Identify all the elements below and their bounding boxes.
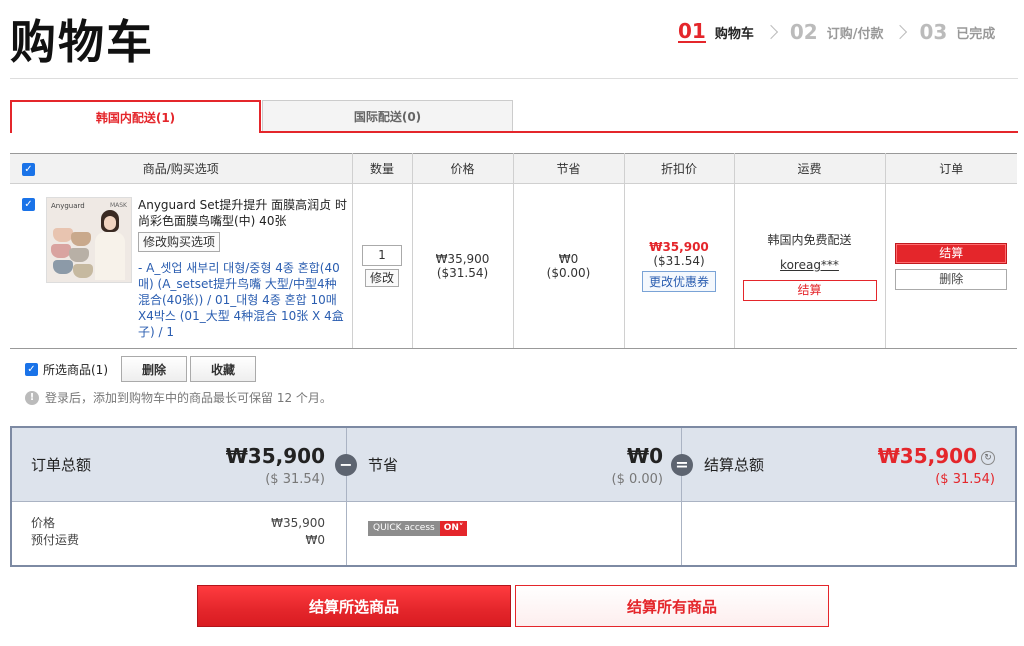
header-discount-price: 折扣价 [623,153,735,184]
prepaid-shipping-label: 预付运费 [31,533,80,547]
cart-table: ✓ 商品/购买选项 数量 价格 节省 折扣价 运费 订单 ✓ Anyguard … [10,153,1017,349]
header-savings: 节省 [512,153,625,184]
checkout-steps: 01 购物车 02 订购/付款 03 已完成 [678,20,995,44]
seller-link[interactable]: koreag*** [780,258,839,272]
quantity-input[interactable]: 1 [362,245,402,266]
minus-icon: − [335,454,357,476]
price-value: ₩35,900 [271,516,325,530]
order-summary: 订单总额 ₩35,900 ($ 31.54) − 节省 ₩0 ($ 0.00) … [10,426,1017,567]
quick-access-state: ON˅ [439,521,468,536]
discount-price-krw: ₩35,900 [649,240,709,254]
model-figure [93,210,127,280]
order-total-krw: ₩35,900 [225,444,325,468]
detail-values: ₩35,900 ₩0 [271,515,325,549]
discount-price-usd: ($31.54) [653,254,705,268]
notice-text: 登录后，添加到购物车中的商品最长可保留 12 个月。 [45,391,332,405]
selected-items-checkbox[interactable]: ✓ [25,362,38,376]
selected-items-label: 所选商品(1) [43,362,108,377]
shipping-text: 韩国内免费配送 [767,233,852,247]
checkout-selected-button[interactable]: 结算所选商品 [197,585,511,627]
savings-krw: ₩0 [558,252,579,266]
login-notice: ! 登录后，添加到购物车中的商品最长可保留 12 个月。 [25,389,332,406]
header-divider [10,78,1018,79]
page-title: 购物车 [10,15,154,69]
item-checkbox[interactable]: ✓ [22,198,35,211]
chevron-down-icon: ˅ [458,523,464,533]
checkout-total-label: 结算总额 [704,456,765,474]
checkout-total-usd: ($ 31.54) [935,472,995,487]
tab-international-shipping[interactable]: 国际配送(0) [262,100,513,132]
qty-cell: 1 修改 [351,183,413,349]
chevron-right-icon [763,24,778,40]
product-image[interactable]: Anyguard MASK [46,197,132,283]
header-qty: 数量 [351,153,413,184]
quantity-update-button[interactable]: 修改 [364,269,399,287]
chevron-right-icon [893,24,908,40]
checkout-all-button[interactable]: 结算所有商品 [515,585,829,627]
price-usd: ($31.54) [436,266,489,280]
quick-access-toggle[interactable]: QUICK access ON˅ [368,521,468,536]
header-product: ✓ 商品/购买选项 [10,153,353,184]
step-complete: 03 已完成 [919,20,995,44]
savings-label: 节省 [368,456,399,474]
change-coupon-button[interactable]: 更改优惠券 [641,271,716,292]
table-row: ✓ Anyguard MASK Anyguard Set提升提升 面膜高润贞 时… [10,183,1017,349]
checkout-total-amount: ₩35,900 ↻ [805,444,995,468]
equals-icon: = [671,454,693,476]
order-cell: 结算 删除 [884,183,1017,349]
change-option-button[interactable]: 修改购买选项 [138,232,221,252]
info-icon: ! [25,390,39,405]
step-number: 01 [678,19,706,43]
discount-price-cell: ₩35,900 ($31.54) 更改优惠券 [623,183,735,349]
step-number: 02 [789,20,818,44]
column-divider [346,428,347,565]
order-total-usd: ($ 31.54) [265,472,325,487]
header-price: 价格 [411,153,514,184]
tab-domestic-shipping[interactable]: 韩国内配送(1) [10,100,261,133]
checkout-total-krw: ₩35,900 [877,444,977,468]
price-cell: ₩35,900 ($31.54) [411,183,514,349]
select-all-checkbox[interactable]: ✓ [22,163,35,176]
step-cart: 01 购物车 [678,21,754,43]
step-label: 购物车 [714,26,754,42]
order-total-label: 订单总额 [31,456,92,474]
price-krw: ₩35,900 [435,252,490,266]
product-name[interactable]: Anyguard Set提升提升 面膜高润贞 时尚彩色面膜鸟嘴型(中) 40张 [138,197,348,229]
product-option: - A_셋업 새부리 대형/중형 4종 혼합(40매) (A_setset提升鸟… [138,261,344,339]
step-order-payment: 02 订购/付款 [790,20,884,44]
prepaid-shipping-value: ₩0 [305,533,326,547]
step-number: 03 [919,20,948,44]
item-delete-button[interactable]: 删除 [895,268,1008,290]
delete-selected-button[interactable]: 删除 [121,356,187,382]
header-order: 订单 [884,153,1017,184]
savings-usd: ($0.00) [546,266,591,280]
header-product-label: 商品/购买选项 [142,162,219,176]
image-brand: Anyguard [51,202,85,210]
header-shipping: 运费 [733,153,886,184]
quick-access-label: QUICK access [368,521,440,536]
shipping-cell: 韩国内免费配送 koreag*** 结算 [733,183,886,349]
step-label: 订购/付款 [826,26,884,42]
favorite-selected-button[interactable]: 收藏 [190,356,256,382]
product-cell: ✓ Anyguard MASK Anyguard Set提升提升 面膜高润贞 时… [10,183,353,349]
seller-checkout-button[interactable]: 结算 [742,280,877,301]
column-divider [681,428,682,565]
savings-cell: ₩0 ($0.00) [512,183,625,349]
savings-usd: ($ 0.00) [611,472,664,487]
step-label: 已完成 [956,26,996,42]
selection-actions: ✓ 所选商品(1) 删除 收藏 [25,356,256,382]
item-checkout-button[interactable]: 结算 [895,242,1008,264]
refresh-icon[interactable]: ↻ [981,451,995,465]
summary-details-row [12,502,1015,565]
product-info: Anyguard Set提升提升 面膜高润贞 时尚彩色面膜鸟嘴型(中) 40张 … [138,197,348,340]
table-header-row: ✓ 商品/购买选项 数量 价格 节省 折扣价 运费 订单 [10,153,1017,184]
image-brand-secondary: MASK [109,202,127,209]
price-label: 价格 [31,516,56,530]
savings-krw: ₩0 [627,444,663,468]
detail-labels: 价格 预付运费 [31,515,79,549]
